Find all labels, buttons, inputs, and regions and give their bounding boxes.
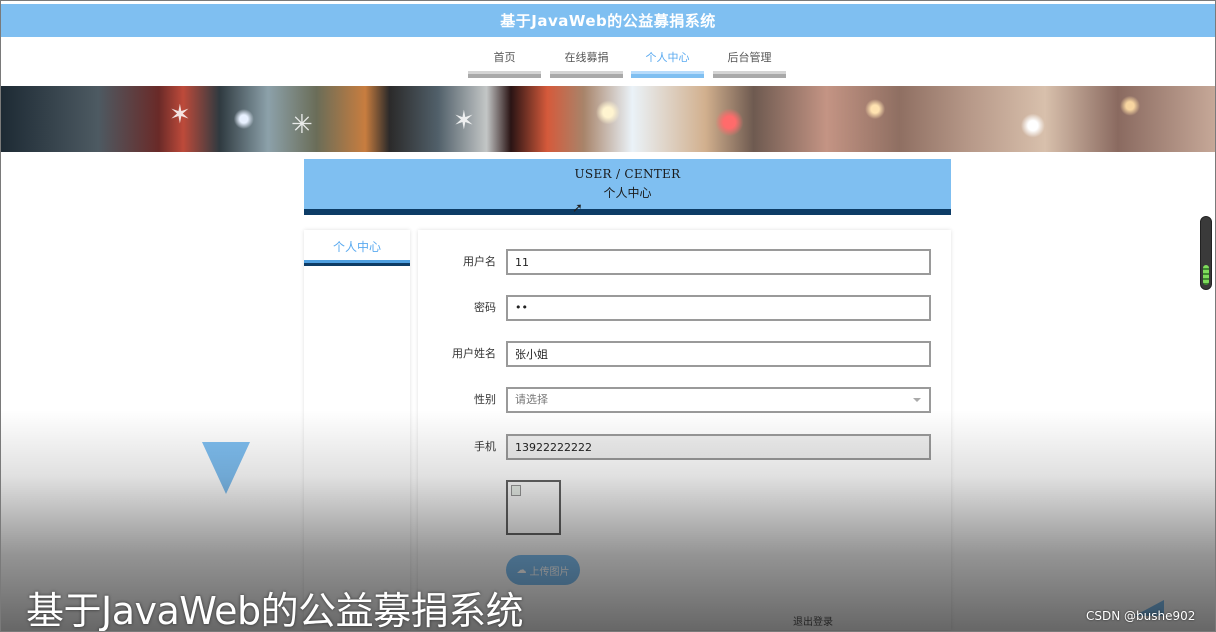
phone-input[interactable] bbox=[506, 434, 931, 460]
mouse-cursor-icon: ➚ bbox=[572, 201, 583, 216]
real-name-label: 用户姓名 bbox=[452, 347, 496, 360]
user-center-title-cn: 个人中心 bbox=[603, 186, 652, 200]
password-label: 密码 bbox=[474, 301, 496, 314]
decorative-triangle bbox=[202, 442, 250, 494]
user-center-title-en: USER / CENTER bbox=[574, 167, 681, 181]
form-row-gender: 性别 请选择 bbox=[418, 387, 951, 413]
form-row-password: 密码 •• bbox=[418, 295, 951, 321]
gender-label: 性别 bbox=[474, 393, 496, 406]
phone-label: 手机 bbox=[474, 440, 496, 453]
sidebar: 个人中心 bbox=[304, 230, 410, 630]
site-title: 基于JavaWeb的公益募捐系统 bbox=[500, 12, 716, 30]
sparkle-icon: ✳ bbox=[291, 110, 313, 140]
cloud-upload-icon: ☁ bbox=[516, 564, 527, 576]
scrollbar-thumb[interactable] bbox=[1203, 265, 1209, 285]
username-input[interactable] bbox=[506, 249, 931, 275]
main-nav: 首页 在线募捐 个人中心 后台管理 bbox=[0, 48, 1216, 80]
nav-item-label: 首页 bbox=[493, 51, 516, 64]
video-caption: 基于JavaWeb的公益募捐系统 bbox=[26, 589, 524, 632]
form-row-real-name: 用户姓名 bbox=[418, 341, 951, 367]
banner-image: ✶ ✳ ✶ bbox=[1, 86, 1215, 152]
upload-image-label: 上传图片 bbox=[529, 566, 570, 578]
nav-item-bar bbox=[631, 71, 704, 78]
sidebar-item-underline bbox=[304, 260, 410, 266]
user-center-header: USER / CENTER 个人中心 bbox=[304, 159, 951, 215]
nav-item-user-center[interactable]: 个人中心 bbox=[631, 48, 704, 78]
form-row-username: 用户名 bbox=[418, 249, 951, 275]
profile-form: 用户名 密码 •• 用户姓名 性别 请选择 手机 ☁ 上传图片 退出登录 bbox=[418, 230, 951, 630]
page-scrollbar[interactable] bbox=[1200, 216, 1212, 290]
nav-item-bar bbox=[468, 71, 541, 78]
username-label: 用户名 bbox=[463, 255, 496, 268]
nav-item-bar bbox=[713, 71, 786, 78]
sparkle-icon: ✶ bbox=[169, 100, 191, 130]
nav-item-admin[interactable]: 后台管理 bbox=[713, 48, 786, 78]
nav-item-label: 个人中心 bbox=[645, 51, 690, 64]
nav-item-bar bbox=[550, 71, 623, 78]
nav-item-online-donation[interactable]: 在线募捐 bbox=[550, 48, 623, 78]
chevron-down-icon bbox=[913, 398, 921, 402]
sparkle-icon: ✶ bbox=[453, 106, 475, 136]
site-header: 基于JavaWeb的公益募捐系统 bbox=[1, 4, 1215, 37]
nav-item-home[interactable]: 首页 bbox=[468, 48, 541, 78]
password-input[interactable]: •• bbox=[506, 295, 931, 321]
avatar-image-preview bbox=[506, 480, 561, 535]
nav-item-label: 在线募捐 bbox=[564, 51, 609, 64]
broken-image-icon bbox=[511, 485, 521, 496]
nav-item-label: 后台管理 bbox=[727, 51, 772, 64]
gender-select[interactable]: 请选择 bbox=[506, 387, 931, 413]
gender-select-value: 请选择 bbox=[515, 393, 548, 406]
form-row-phone: 手机 bbox=[418, 434, 951, 460]
watermark: CSDN @bushe902 bbox=[1086, 609, 1196, 623]
real-name-input[interactable] bbox=[506, 341, 931, 367]
sidebar-item-user-center[interactable]: 个人中心 bbox=[304, 230, 410, 260]
logout-button[interactable]: 退出登录 bbox=[793, 613, 833, 628]
